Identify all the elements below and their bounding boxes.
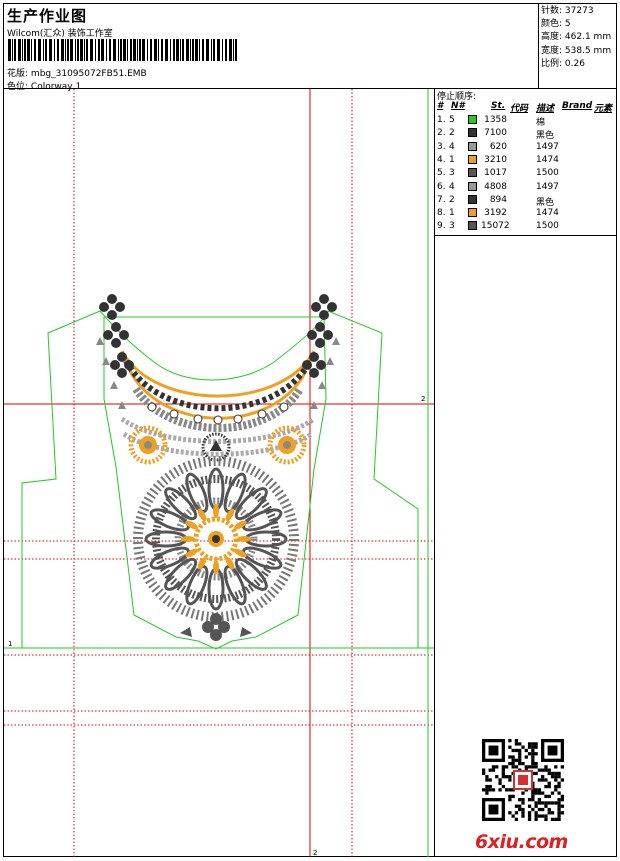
neck-collar bbox=[96, 294, 340, 432]
watermark-text: 6xiu.com bbox=[475, 831, 568, 853]
row-needle: 5 bbox=[449, 115, 455, 125]
guide-label-bottom: 2 bbox=[313, 849, 317, 857]
qr-code-icon bbox=[482, 739, 564, 821]
row-needle: 3 bbox=[449, 168, 455, 179]
color-swatch bbox=[468, 181, 477, 191]
table-row: 5. 3 1017 1500 bbox=[437, 168, 615, 181]
spec-scale: 比例: 0.26 bbox=[541, 58, 585, 69]
row-seq: 3. bbox=[437, 141, 446, 152]
row-needle: 2 bbox=[449, 194, 455, 205]
spec-height: 高度: 462.1 mm bbox=[541, 32, 612, 43]
table-row: 3. 4 620 1497 bbox=[437, 141, 615, 155]
col-code: 代码 bbox=[510, 104, 529, 114]
row-needle: 4 bbox=[449, 181, 455, 192]
row-desc: 1474 bbox=[536, 154, 559, 165]
header-left: 生产作业图 Wilcom(汇众) 装饰工作室 花版: mbg_31095072F… bbox=[4, 4, 538, 92]
color-swatch bbox=[468, 194, 477, 204]
col-needle: N# bbox=[451, 101, 465, 111]
row-desc: 黑色 bbox=[536, 197, 555, 208]
company-name: Wilcom(汇众) 装饰工作室 bbox=[7, 29, 113, 39]
row-needle: 3 bbox=[449, 221, 455, 232]
table-row: 2. 2 7100 黑色 bbox=[437, 128, 615, 141]
spec-width: 宽度: 538.5 mm bbox=[541, 45, 612, 56]
table-row: 1. 5 1358 棉 bbox=[437, 115, 615, 128]
col-brand: Brand bbox=[562, 101, 593, 111]
color-swatch bbox=[468, 168, 477, 178]
row-seq: 5. bbox=[437, 168, 446, 179]
row-seq: 7. bbox=[437, 194, 446, 205]
col-element: 元素 bbox=[594, 104, 613, 114]
color-swatch bbox=[468, 141, 477, 151]
table-row: 4. 1 3210 1474 bbox=[437, 154, 615, 168]
row-code: 棉 bbox=[536, 118, 546, 128]
color-swatch bbox=[468, 208, 477, 218]
table-row: 8. 1 3192 1474 bbox=[437, 208, 615, 221]
spec-block: 针数: 37273 颜色: 5 高度: 462.1 mm 宽度: 538.5 m… bbox=[541, 5, 611, 71]
header-divider bbox=[538, 4, 539, 88]
spec-stitches: 针数: 37273 bbox=[541, 6, 594, 16]
side-medallion-left bbox=[128, 425, 168, 465]
guide-label-left: 1 bbox=[8, 640, 12, 648]
main-mandala bbox=[133, 456, 299, 622]
color-swatch bbox=[468, 115, 477, 124]
color-swatch bbox=[468, 221, 477, 231]
row-desc: 1497 bbox=[536, 181, 559, 192]
row-desc: 黑色 bbox=[536, 131, 555, 142]
row-stitches: 3210 bbox=[484, 154, 507, 165]
row-seq: 9. bbox=[437, 221, 446, 232]
row-desc: 1500 bbox=[536, 168, 559, 179]
barcode-icon bbox=[8, 39, 237, 61]
spec-colors: 颜色: 5 bbox=[541, 19, 571, 30]
file-info: 花版: mbg_31095072FB51.EMB bbox=[7, 66, 147, 79]
col-desc: 描述 bbox=[536, 104, 555, 114]
col-stitches: St. bbox=[491, 101, 506, 111]
guide-label-right: 2 bbox=[421, 395, 425, 403]
design-canvas: 2 1 2 bbox=[4, 89, 434, 857]
row-stitches: 3192 bbox=[484, 208, 507, 219]
color-swatch bbox=[468, 128, 477, 138]
row-stitches: 15072 bbox=[481, 221, 510, 232]
row-seq: 1. bbox=[437, 115, 446, 125]
row-seq: 4. bbox=[437, 154, 446, 165]
row-needle: 1 bbox=[449, 154, 455, 165]
row-stitches: 1017 bbox=[484, 168, 507, 179]
page-title: 生产作业图 bbox=[7, 7, 88, 25]
table-row: 7. 2 894 黑色 bbox=[437, 194, 615, 208]
row-stitches: 4808 bbox=[484, 181, 507, 192]
panel-rule bbox=[435, 235, 616, 236]
stop-sequence-panel: 停止顺序: # N# St. 代码 描述 Brand 元素 1. 5 1358 棉 2.… bbox=[435, 89, 616, 857]
color-swatch bbox=[468, 154, 477, 164]
row-seq: 2. bbox=[437, 128, 446, 139]
row-stitches: 1358 bbox=[484, 115, 507, 125]
row-needle: 2 bbox=[449, 128, 455, 139]
row-seq: 6. bbox=[437, 181, 446, 192]
embroidery-design-icon: 2 1 2 bbox=[4, 89, 434, 857]
row-desc: 1500 bbox=[536, 221, 559, 232]
file-name: mbg_31095072FB51.EMB bbox=[30, 69, 147, 79]
table-row: 6. 4 4808 1497 bbox=[437, 181, 615, 195]
row-stitches: 7100 bbox=[484, 128, 507, 139]
row-desc: 1474 bbox=[536, 208, 559, 219]
row-stitches: 894 bbox=[489, 194, 507, 205]
row-desc: 1497 bbox=[536, 141, 559, 152]
table-row: 9. 3 15072 1500 bbox=[437, 221, 615, 234]
row-seq: 8. bbox=[437, 208, 446, 219]
col-seq: # bbox=[437, 101, 444, 111]
row-needle: 1 bbox=[449, 208, 455, 219]
file-label: 花版: bbox=[7, 69, 29, 79]
row-needle: 4 bbox=[449, 141, 455, 152]
row-stitches: 620 bbox=[489, 141, 507, 152]
